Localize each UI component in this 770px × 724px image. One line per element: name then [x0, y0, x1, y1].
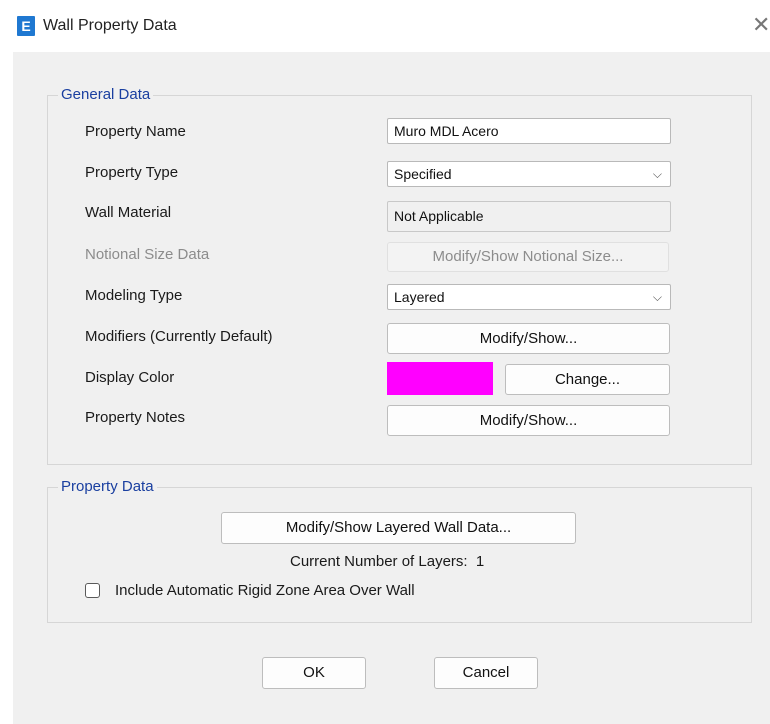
property-data-legend: Property Data [58, 478, 157, 495]
display-color-label: Display Color [85, 369, 175, 386]
rigid-zone-checkbox[interactable] [85, 583, 100, 598]
property-name-label: Property Name [85, 123, 186, 140]
property-type-label: Property Type [85, 164, 179, 181]
modify-layered-wall-data-button[interactable]: Modify/Show Layered Wall Data... [221, 512, 576, 544]
ok-button[interactable]: OK [262, 657, 366, 689]
modify-notional-size-button: Modify/Show Notional Size... [387, 242, 669, 272]
title-bar: E Wall Property Data ✕ [0, 0, 770, 52]
modeling-type-select[interactable]: Layered ⌵ [387, 284, 671, 310]
general-data-legend: General Data [58, 86, 154, 103]
modeling-type-value: Layered [394, 289, 445, 305]
wall-material-label: Wall Material [85, 204, 172, 221]
cancel-button[interactable]: Cancel [434, 657, 538, 689]
close-icon[interactable]: ✕ [752, 14, 770, 36]
chevron-down-icon: ⌵ [652, 290, 662, 304]
etabs-app-icon: E [17, 16, 35, 36]
modeling-type-label: Modeling Type [85, 287, 183, 304]
change-color-button[interactable]: Change... [505, 364, 670, 395]
notional-size-label: Notional Size Data [85, 246, 210, 263]
property-notes-modify-show-button[interactable]: Modify/Show... [387, 405, 670, 436]
rigid-zone-label: Include Automatic Rigid Zone Area Over W… [115, 582, 415, 599]
property-type-select[interactable]: Specified ⌵ [387, 161, 671, 187]
chevron-down-icon: ⌵ [652, 167, 662, 181]
modifiers-label: Modifiers (Currently Default) [85, 328, 273, 345]
modifiers-modify-show-button[interactable]: Modify/Show... [387, 323, 670, 354]
display-color-swatch[interactable] [387, 362, 493, 395]
window-title: Wall Property Data [43, 17, 177, 34]
property-name-input[interactable]: Muro MDL Acero [387, 118, 671, 144]
wall-material-field: Not Applicable [387, 201, 671, 232]
current-layers-text: Current Number of Layers: 1 [290, 553, 485, 570]
property-type-value: Specified [394, 166, 452, 182]
property-notes-label: Property Notes [85, 409, 186, 426]
